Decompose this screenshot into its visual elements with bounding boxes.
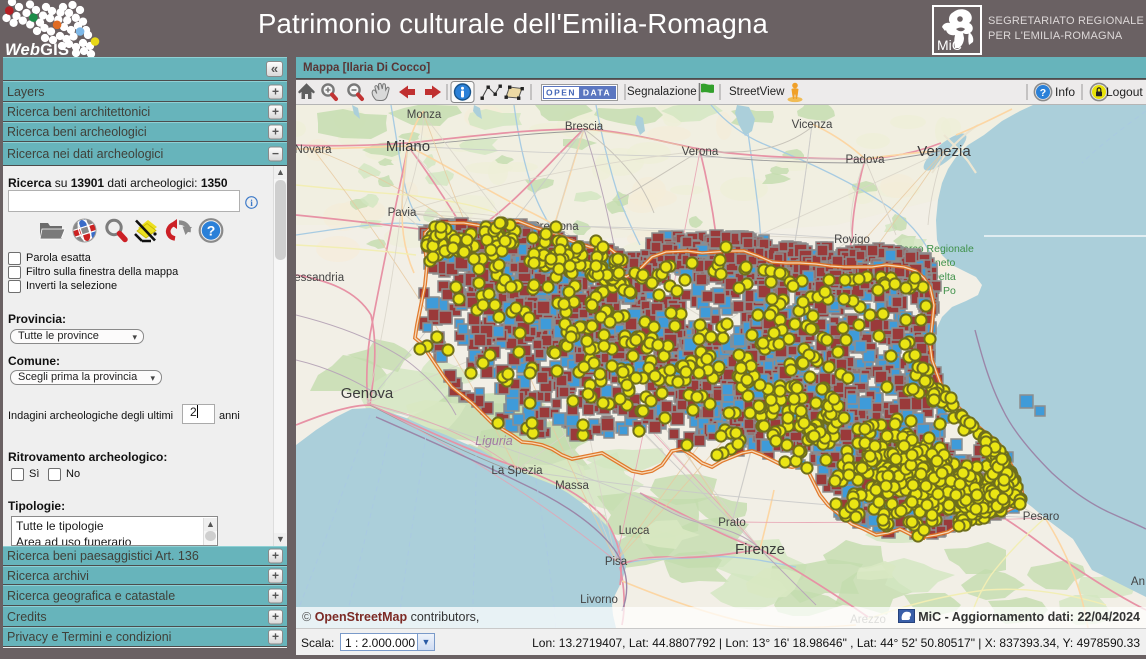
svg-text:OPEN: OPEN bbox=[546, 88, 576, 98]
svg-text:Vicenza: Vicenza bbox=[792, 119, 833, 131]
svg-text:Rovigo: Rovigo bbox=[834, 234, 870, 246]
svg-text:?: ? bbox=[207, 223, 216, 239]
svg-text:?: ? bbox=[1040, 87, 1046, 99]
svg-text:Brescia: Brescia bbox=[565, 121, 604, 133]
svg-text:Padova: Padova bbox=[845, 154, 885, 166]
svg-text:Lucca: Lucca bbox=[619, 525, 650, 537]
svg-text:Verona: Verona bbox=[682, 146, 719, 158]
svg-text:Venezia: Venezia bbox=[917, 143, 971, 160]
svg-text:La Spezia: La Spezia bbox=[491, 465, 543, 477]
svg-text:Milano: Milano bbox=[386, 138, 430, 155]
svg-text:Firenze: Firenze bbox=[735, 541, 785, 558]
svg-text:Massa: Massa bbox=[555, 480, 589, 492]
svg-text:i: i bbox=[250, 199, 253, 209]
svg-text:Novara: Novara bbox=[296, 144, 332, 156]
svg-text:Pesaro: Pesaro bbox=[1023, 511, 1059, 523]
svg-text:DATA: DATA bbox=[583, 88, 611, 98]
svg-text:Prato: Prato bbox=[718, 517, 746, 529]
svg-text:An: An bbox=[1131, 576, 1145, 588]
svg-text:Genova: Genova bbox=[341, 385, 394, 402]
svg-text:Livorno: Livorno bbox=[580, 594, 618, 606]
svg-text:Pavia: Pavia bbox=[388, 207, 417, 219]
svg-text:Monza: Monza bbox=[407, 109, 442, 121]
svg-text:Alessandria: Alessandria bbox=[296, 272, 345, 284]
svg-text:Liguria: Liguria bbox=[475, 434, 513, 448]
svg-text:Pisa: Pisa bbox=[605, 556, 628, 568]
